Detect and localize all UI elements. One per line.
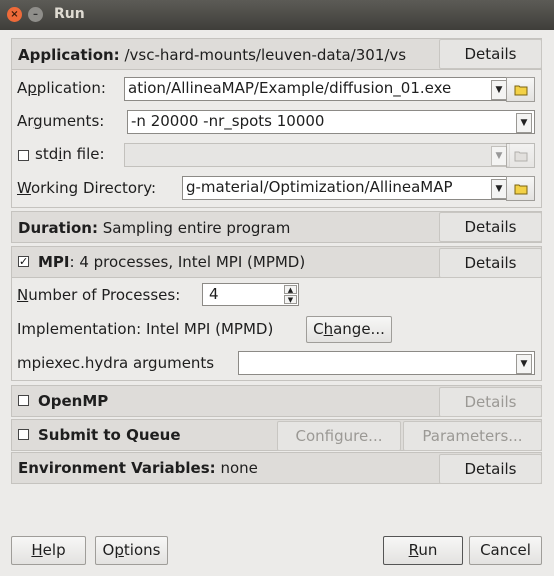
application-browse-button[interactable] xyxy=(506,77,535,102)
openmp-checkbox[interactable] xyxy=(18,395,29,406)
queue-label: Submit to Queue xyxy=(38,426,181,444)
chevron-down-icon[interactable]: ▼ xyxy=(491,179,507,199)
application-label: Application: xyxy=(17,79,106,97)
chevron-down-icon[interactable]: ▼ xyxy=(516,354,532,374)
nproc-label: Number of Processes: xyxy=(17,286,181,304)
env-value: none xyxy=(220,459,258,477)
minimize-icon[interactable]: – xyxy=(28,7,43,22)
implementation-label: Implementation: xyxy=(17,320,142,338)
implementation-value: Intel MPI (MPMD) xyxy=(145,320,274,338)
duration-details-button[interactable]: Details xyxy=(439,212,542,242)
application-combo[interactable]: ation/AllineaMAP/Example/diffusion_01.ex… xyxy=(124,77,510,101)
title-bar: × – Run xyxy=(0,0,554,30)
help-button[interactable]: Help xyxy=(11,536,86,565)
spin-down-icon[interactable]: ▼ xyxy=(284,295,297,304)
application-header-value: /vsc-hard-mounts/leuven-data/301/vs xyxy=(124,46,407,64)
configure-button[interactable]: Configure... xyxy=(277,421,401,451)
mpi-summary: : 4 processes, Intel MPI (MPMD) xyxy=(69,253,306,271)
application-value: ation/AllineaMAP/Example/diffusion_01.ex… xyxy=(128,79,452,97)
folder-icon xyxy=(514,151,528,162)
duration-section-header: Duration: Sampling entire program Detail… xyxy=(11,211,542,243)
queue-checkbox[interactable] xyxy=(18,429,29,440)
mpiexec-arguments-combo[interactable]: ▼ xyxy=(238,351,535,375)
change-button[interactable]: Change... xyxy=(306,316,392,343)
folder-icon xyxy=(514,85,528,96)
working-directory-value: g-material/Optimization/AllineaMAP xyxy=(186,178,453,196)
working-directory-browse-button[interactable] xyxy=(506,176,535,201)
working-directory-combo[interactable]: g-material/Optimization/AllineaMAP ▼ xyxy=(182,176,510,200)
stdin-combo[interactable]: ▼ xyxy=(124,143,510,167)
application-details-button[interactable]: Details xyxy=(439,39,542,69)
arguments-label: Arguments: xyxy=(17,112,105,130)
chevron-down-icon: ▼ xyxy=(491,146,507,166)
parameters-button[interactable]: Parameters... xyxy=(403,421,542,451)
mpi-section-body: Number of Processes: 4 ▲ ▼ Implementatio… xyxy=(11,278,542,381)
openmp-label: OpenMP xyxy=(38,392,109,410)
application-section-header: Application: /vsc-hard-mounts/leuven-dat… xyxy=(11,38,542,70)
stdin-browse-button[interactable] xyxy=(506,143,535,168)
folder-icon xyxy=(514,184,528,195)
env-details-button[interactable]: Details xyxy=(439,454,542,484)
window-title: Run xyxy=(54,6,85,22)
arguments-value: -n 20000 -nr_spots 10000 xyxy=(131,112,325,130)
nproc-value: 4 xyxy=(209,285,219,303)
mpiexec-label: mpiexec.hydra arguments xyxy=(17,354,215,372)
application-section-body: Application: ation/AllineaMAP/Example/di… xyxy=(11,70,542,208)
mpi-section-header: ✓ MPI: 4 processes, Intel MPI (MPMD) Det… xyxy=(11,246,542,278)
env-section-header: Environment Variables: none Details xyxy=(11,452,542,484)
working-directory-label: Working Directory: xyxy=(17,179,157,197)
run-button[interactable]: Run xyxy=(383,536,463,565)
duration-value: Sampling entire program xyxy=(102,219,291,237)
stdin-checkbox[interactable] xyxy=(18,150,29,161)
mpi-label: MPI xyxy=(38,253,70,271)
openmp-section-header: OpenMP Details xyxy=(11,385,542,417)
chevron-down-icon[interactable]: ▼ xyxy=(491,80,507,100)
duration-label: Duration: xyxy=(18,219,98,237)
nproc-spinbox[interactable]: 4 ▲ ▼ xyxy=(202,283,299,306)
mpi-details-button[interactable]: Details xyxy=(439,248,542,278)
close-icon[interactable]: × xyxy=(7,7,22,22)
env-label: Environment Variables: xyxy=(18,459,216,477)
chevron-down-icon[interactable]: ▼ xyxy=(516,113,532,133)
openmp-details-button[interactable]: Details xyxy=(439,387,542,417)
arguments-combo[interactable]: -n 20000 -nr_spots 10000 ▼ xyxy=(127,110,535,134)
queue-section-header: Submit to Queue Configure... Parameters.… xyxy=(11,419,542,451)
stdin-label: stdin file: xyxy=(35,145,105,163)
application-header-label: Application: xyxy=(18,46,120,64)
cancel-button[interactable]: Cancel xyxy=(469,536,542,565)
options-button[interactable]: Options xyxy=(95,536,168,565)
mpi-checkbox[interactable]: ✓ xyxy=(18,256,29,267)
spin-up-icon[interactable]: ▲ xyxy=(284,285,297,294)
